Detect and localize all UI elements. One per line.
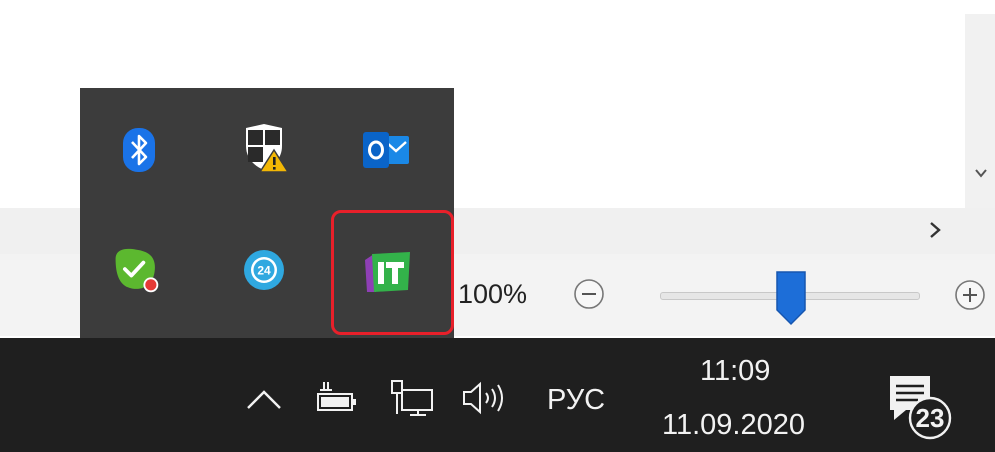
power-battery-icon[interactable]: [314, 380, 360, 416]
zoom-out-button[interactable]: [573, 278, 605, 310]
green-check-app-icon[interactable]: [110, 244, 162, 296]
network-icon[interactable]: [388, 378, 436, 418]
notification-count-badge: 23: [915, 403, 945, 433]
clock-date: 11.09.2020: [662, 409, 805, 441]
zoom-in-button[interactable]: [950, 278, 986, 312]
bitrix24-icon[interactable]: 24: [238, 244, 290, 296]
show-hidden-icons-chevron-up-icon[interactable]: [244, 386, 284, 412]
clock[interactable]: 11:09 11.09.2020: [652, 348, 812, 448]
bluetooth-icon[interactable]: [113, 124, 165, 176]
action-center-button[interactable]: 23: [884, 370, 964, 446]
svg-text:24: 24: [257, 264, 271, 278]
windows-security-warning-icon[interactable]: [238, 122, 290, 174]
volume-icon[interactable]: [460, 380, 512, 416]
outlook-icon[interactable]: [360, 124, 412, 176]
chevron-right-icon[interactable]: [925, 220, 945, 240]
clock-time: 11:09: [700, 355, 771, 387]
chevron-down-icon[interactable]: [974, 166, 988, 180]
vertical-scrollbar[interactable]: [965, 14, 995, 210]
zoom-slider-thumb[interactable]: [774, 270, 808, 326]
highlight-frame: [331, 210, 454, 335]
input-language-indicator[interactable]: РУС: [547, 383, 605, 417]
zoom-percent-label: 100%: [458, 279, 528, 309]
